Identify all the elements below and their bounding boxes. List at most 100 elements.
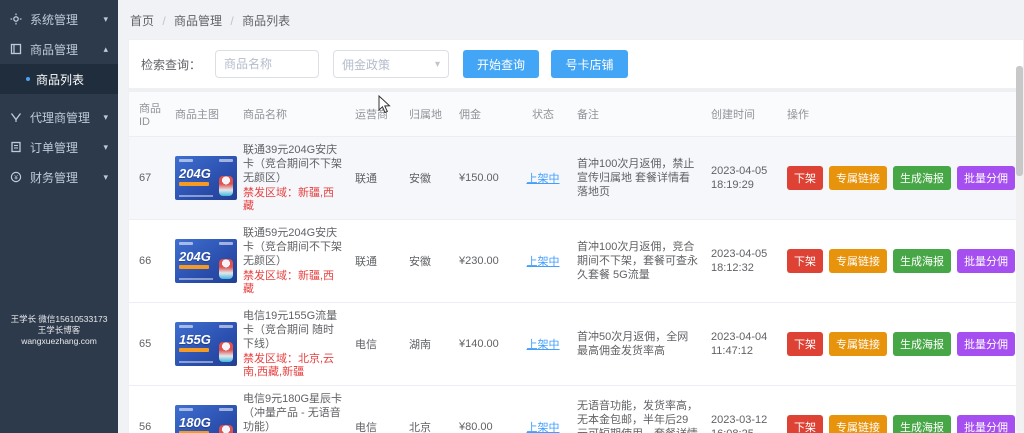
order-icon bbox=[10, 141, 24, 153]
agent-icon bbox=[10, 111, 24, 123]
product-name[interactable]: 联通59元204G安庆卡（竞合期间不下架 无颜区） bbox=[243, 226, 343, 268]
col-remark: 备注 bbox=[571, 92, 705, 137]
remark: 首冲50次月返佣，全网最高佣金发货率高 bbox=[577, 331, 689, 357]
chevron-down-icon: ▾ bbox=[103, 13, 108, 24]
status-link[interactable]: 上架中 bbox=[527, 256, 560, 268]
astronaut-graphic bbox=[219, 425, 233, 433]
thumbnail-data-label: 155G bbox=[179, 332, 211, 347]
watermark-line: 王学长博客 wangxuezhang.com bbox=[21, 325, 97, 346]
batch-commission-button[interactable]: 批量分佣 bbox=[957, 249, 1015, 273]
chevron-up-icon: ▴ bbox=[103, 43, 108, 54]
region: 湖南 bbox=[409, 339, 431, 351]
product-name[interactable]: 联通39元204G安庆卡（竞合期间不下架 无颜区） bbox=[243, 143, 343, 185]
product-id: 56 bbox=[139, 421, 152, 433]
batch-commission-button[interactable]: 批量分佣 bbox=[957, 332, 1015, 356]
commission-policy-select[interactable]: 佣金政策 ▾ bbox=[333, 50, 450, 78]
sidebar-item-agent-management[interactable]: 代理商管理 ▾ bbox=[0, 102, 118, 132]
admin-app: 系统管理 ▾ 商品管理 ▴ 商品列表 代理商管理 ▾ 订单管理 ▾ ¥ 财务管理… bbox=[0, 0, 1024, 433]
forbidden-regions: 禁发区域：新疆,西藏 bbox=[243, 187, 335, 212]
status-link[interactable]: 上架中 bbox=[527, 173, 560, 185]
table-row: 56 180G 电信9元180G星辰卡（冲量产品 - 无语音功能） 禁发区域：北… bbox=[129, 385, 1023, 433]
watermark-line: 王学长 微信15610533173 bbox=[10, 314, 108, 324]
start-query-button[interactable]: 开始查询 bbox=[463, 50, 540, 78]
sidebar-item-label: 订单管理 bbox=[30, 140, 79, 155]
sidebar-item-finance-management[interactable]: ¥ 财务管理 ▾ bbox=[0, 162, 118, 192]
carrier: 电信 bbox=[355, 422, 377, 433]
astronaut-graphic bbox=[219, 342, 233, 362]
take-down-button[interactable]: 下架 bbox=[787, 415, 823, 433]
created-time: 2023-03-12 16:08:25 bbox=[711, 414, 768, 433]
chevron-down-icon: ▾ bbox=[103, 141, 108, 152]
thumbnail-footer bbox=[179, 278, 213, 280]
breadcrumb-product-management[interactable]: 商品管理 bbox=[174, 14, 222, 28]
sidebar-item-product-list[interactable]: 商品列表 bbox=[0, 64, 118, 94]
sidebar-item-product-management[interactable]: 商品管理 ▴ bbox=[0, 34, 118, 64]
exclusive-link-button[interactable]: 专属链接 bbox=[829, 166, 887, 190]
table-header-row: 商品ID 商品主图 商品名称 运营商 归属地 佣金 状态 备注 创建时间 操作 bbox=[129, 92, 1023, 137]
sidebar-item-label: 财务管理 bbox=[30, 170, 79, 185]
product-name-input[interactable] bbox=[215, 50, 320, 78]
carrier: 联通 bbox=[355, 173, 377, 185]
thumbnail-logos bbox=[179, 325, 233, 328]
main-content: 首页 / 商品管理 / 商品列表 检索查询： 佣金政策 ▾ 开始查询 号卡店铺 bbox=[118, 0, 1024, 433]
thumbnail-footer bbox=[179, 361, 213, 363]
card-shop-button[interactable]: 号卡店铺 bbox=[551, 50, 628, 78]
breadcrumb-separator: / bbox=[230, 14, 234, 28]
row-actions: 下架 专属链接 生成海报 批量分佣 bbox=[787, 332, 1017, 356]
search-toolbar: 检索查询： 佣金政策 ▾ 开始查询 号卡店铺 bbox=[129, 40, 1023, 92]
generate-poster-button[interactable]: 生成海报 bbox=[893, 415, 951, 433]
col-product-id: 商品ID bbox=[129, 92, 169, 137]
commission: ¥80.00 bbox=[459, 421, 493, 433]
sidebar-item-label: 商品管理 bbox=[30, 42, 79, 57]
astronaut-graphic bbox=[219, 259, 233, 279]
product-name[interactable]: 电信9元180G星辰卡（冲量产品 - 无语音功能） bbox=[243, 392, 343, 433]
status-link[interactable]: 上架中 bbox=[527, 339, 560, 351]
sidebar-item-order-management[interactable]: 订单管理 ▾ bbox=[0, 132, 118, 162]
thumbnail-banner bbox=[179, 182, 209, 186]
batch-commission-button[interactable]: 批量分佣 bbox=[957, 415, 1015, 433]
remark: 首冲100次月返佣，竞合期间不下架，套餐可查永久套餐 5G流量 bbox=[577, 241, 698, 281]
select-placeholder: 佣金政策 bbox=[342, 57, 391, 72]
product-id: 67 bbox=[139, 172, 152, 184]
product-thumbnail[interactable]: 155G bbox=[175, 322, 237, 366]
forbidden-regions: 禁发区域：北京,云南,西藏,新疆 bbox=[243, 353, 335, 378]
generate-poster-button[interactable]: 生成海报 bbox=[893, 249, 951, 273]
generate-poster-button[interactable]: 生成海报 bbox=[893, 166, 951, 190]
product-id: 66 bbox=[139, 255, 152, 267]
product-table: 商品ID 商品主图 商品名称 运营商 归属地 佣金 状态 备注 创建时间 操作 … bbox=[129, 92, 1023, 433]
product-thumbnail[interactable]: 180G bbox=[175, 405, 237, 433]
thumbnail-data-label: 204G bbox=[179, 249, 211, 264]
table-row: 65 155G 电信19元155G流量卡（竞合期间 随时下线） 禁发区域：北京,… bbox=[129, 302, 1023, 386]
take-down-button[interactable]: 下架 bbox=[787, 249, 823, 273]
breadcrumb-home[interactable]: 首页 bbox=[130, 14, 154, 28]
sidebar-item-system-management[interactable]: 系统管理 ▾ bbox=[0, 4, 118, 34]
exclusive-link-button[interactable]: 专属链接 bbox=[829, 415, 887, 433]
thumbnail-footer bbox=[179, 195, 213, 197]
thumbnail-banner bbox=[179, 265, 209, 269]
sidebar-item-label: 代理商管理 bbox=[30, 110, 91, 125]
scrollbar-thumb[interactable] bbox=[1016, 66, 1023, 176]
breadcrumb-separator: / bbox=[162, 14, 166, 28]
svg-text:¥: ¥ bbox=[14, 174, 18, 181]
product-id: 65 bbox=[139, 338, 152, 350]
take-down-button[interactable]: 下架 bbox=[787, 166, 823, 190]
vertical-scrollbar[interactable] bbox=[1016, 66, 1023, 433]
carrier: 联通 bbox=[355, 256, 377, 268]
watermark: 王学长 微信15610533173 王学长博客 wangxuezhang.com bbox=[2, 314, 116, 347]
exclusive-link-button[interactable]: 专属链接 bbox=[829, 332, 887, 356]
batch-commission-button[interactable]: 批量分佣 bbox=[957, 166, 1015, 190]
product-thumbnail[interactable]: 204G bbox=[175, 239, 237, 283]
created-time: 2023-04-04 11:47:12 bbox=[711, 331, 768, 357]
thumbnail-logos bbox=[179, 242, 233, 245]
status-link[interactable]: 上架中 bbox=[527, 422, 560, 433]
sidebar-submenu: 商品列表 bbox=[0, 64, 118, 94]
product-thumbnail[interactable]: 204G bbox=[175, 156, 237, 200]
sidebar: 系统管理 ▾ 商品管理 ▴ 商品列表 代理商管理 ▾ 订单管理 ▾ ¥ 财务管理… bbox=[0, 0, 118, 433]
take-down-button[interactable]: 下架 bbox=[787, 332, 823, 356]
region: 北京 bbox=[409, 422, 431, 433]
created-time: 2023-04-05 18:19:29 bbox=[711, 165, 768, 191]
table-row: 66 204G 联通59元204G安庆卡（竞合期间不下架 无颜区） 禁发区域：新… bbox=[129, 219, 1023, 303]
exclusive-link-button[interactable]: 专属链接 bbox=[829, 249, 887, 273]
generate-poster-button[interactable]: 生成海报 bbox=[893, 332, 951, 356]
product-name[interactable]: 电信19元155G流量卡（竞合期间 随时下线） bbox=[243, 309, 343, 351]
